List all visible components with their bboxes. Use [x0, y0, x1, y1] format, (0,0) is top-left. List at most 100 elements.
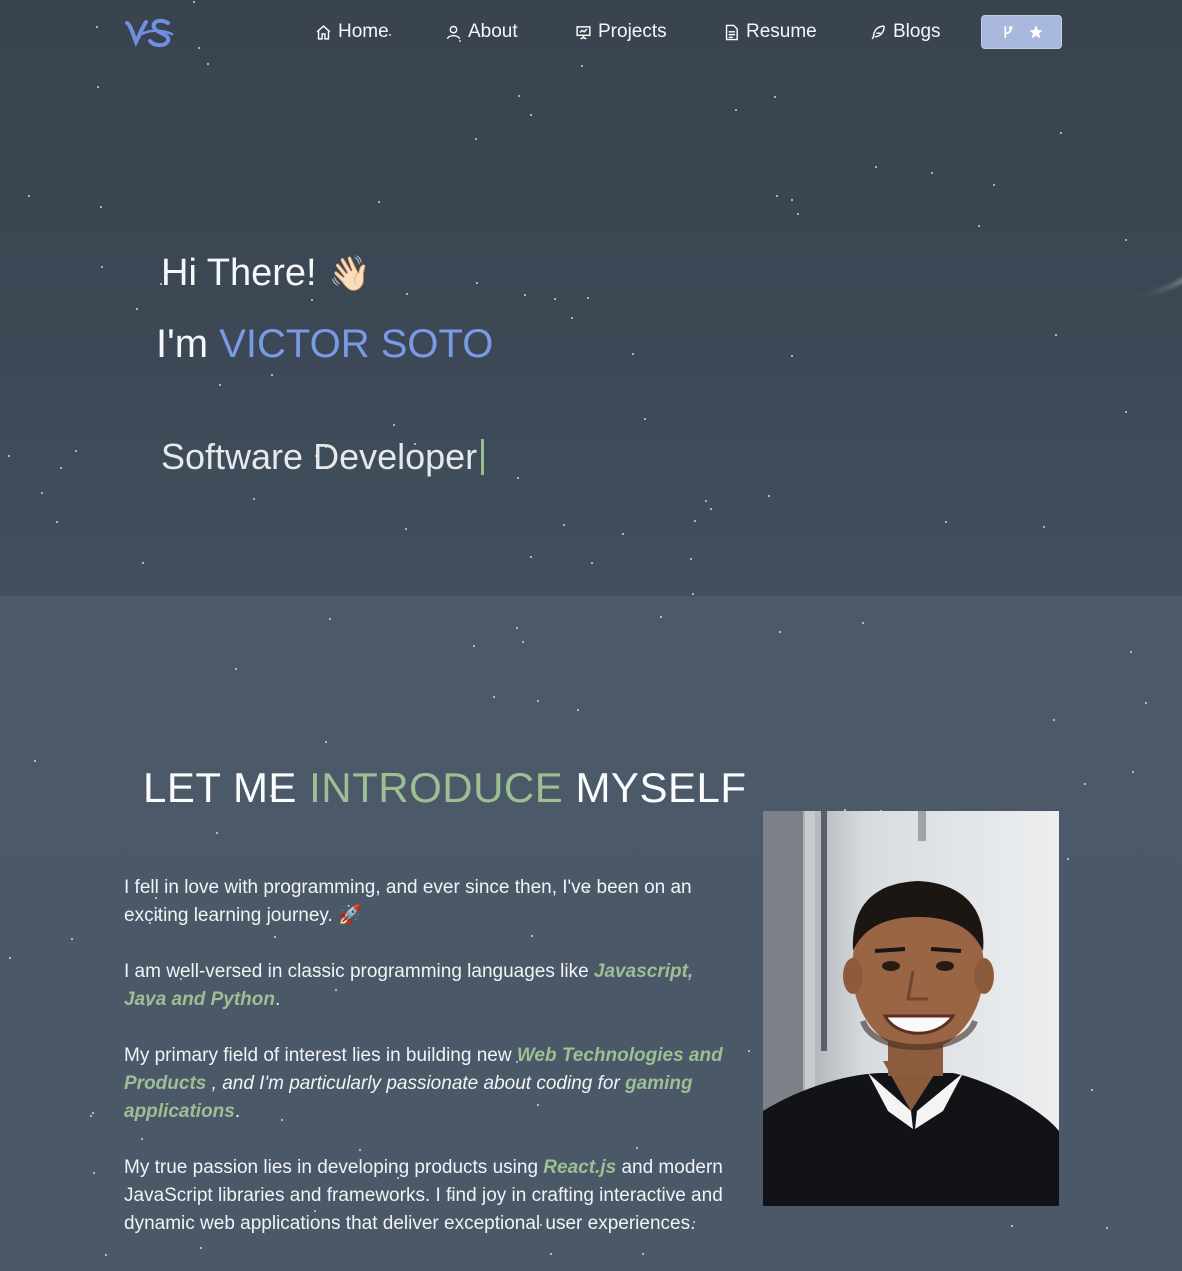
star-dot: [216, 832, 218, 834]
star-dot: [591, 562, 593, 564]
star-dot: [1145, 702, 1147, 704]
nav-resume[interactable]: Resume: [723, 19, 817, 45]
name-text: VICTOR SOTO: [219, 322, 494, 366]
star-dot: [694, 520, 696, 522]
star-dot: [406, 293, 408, 295]
star-dot: [531, 935, 533, 937]
home-icon: [316, 24, 331, 40]
navbar: Home About Projects Resume Blogs: [0, 0, 1182, 64]
star-dot: [571, 317, 573, 319]
nav-home[interactable]: Home: [315, 19, 389, 45]
star-dot: [9, 957, 11, 959]
intro-paragraph-2: I am well-versed in classic programming …: [124, 958, 734, 1014]
star-dot: [644, 418, 646, 420]
document-icon: [725, 24, 738, 40]
hero-section: [0, 0, 1182, 596]
star-dot: [476, 282, 478, 284]
star-dot: [1125, 239, 1127, 241]
nav-projects[interactable]: Projects: [575, 19, 667, 45]
nav-blogs-label: Blogs: [893, 21, 941, 42]
star-dot: [8, 455, 10, 457]
star-dot: [97, 86, 99, 88]
profile-photo: [763, 811, 1059, 1206]
p2-text: I am well-versed in classic programming …: [124, 961, 594, 982]
greeting-text: Hi There!: [161, 252, 317, 294]
intro-title-accent: INTRODUCE: [309, 764, 564, 811]
intro-paragraph-3: My primary field of interest lies in bui…: [124, 1042, 734, 1126]
star-dot: [200, 1247, 202, 1249]
star-dot: [253, 498, 255, 500]
nav-resume-label: Resume: [746, 21, 817, 42]
star-dot: [141, 1138, 143, 1140]
star-dot: [632, 353, 634, 355]
nav-home-label: Home: [338, 21, 389, 42]
star-dot: [554, 298, 556, 300]
star-dot: [1043, 526, 1045, 528]
star-dot: [642, 1253, 644, 1255]
star-dot: [1084, 783, 1086, 785]
intro-paragraph-1: I fell in love with programming, and eve…: [124, 874, 734, 930]
feather-icon: [871, 24, 885, 39]
star-dot: [518, 95, 520, 97]
star-dot: [530, 114, 532, 116]
star-dot: [1067, 858, 1069, 860]
star-dot: [219, 384, 221, 386]
star-dot: [993, 184, 995, 186]
p1-text: I fell in love with programming, and eve…: [124, 877, 692, 926]
star-dot: [660, 616, 662, 618]
star-dot: [41, 492, 43, 494]
name-heading: I'm VICTOR SOTO: [156, 322, 493, 367]
star-dot: [90, 1115, 92, 1117]
p4-highlight: React.js: [543, 1157, 617, 1178]
star-dot: [776, 195, 778, 197]
p3-end: .: [234, 1101, 241, 1122]
star-dot: [311, 299, 313, 301]
star-dot: [587, 297, 589, 299]
star-dot: [537, 700, 539, 702]
logo[interactable]: [124, 14, 176, 50]
nav-blogs[interactable]: Blogs: [870, 19, 941, 45]
star-dot: [325, 741, 327, 743]
star-dot: [142, 562, 144, 564]
star-dot: [577, 709, 579, 711]
nav-projects-label: Projects: [598, 21, 667, 42]
star-dot: [524, 294, 526, 296]
typing-cursor: [481, 439, 485, 475]
github-star-button[interactable]: [981, 15, 1062, 49]
star-dot: [636, 1147, 638, 1149]
star-dot: [862, 622, 864, 624]
star-dot: [1055, 334, 1057, 336]
star-dot: [563, 524, 565, 526]
p3-text: My primary field of interest lies in bui…: [124, 1045, 517, 1066]
p2-end: .: [275, 989, 281, 1010]
star-dot: [622, 533, 624, 535]
git-branch-icon: [1004, 26, 1012, 38]
star-dot: [768, 495, 770, 497]
star-dot: [274, 936, 276, 938]
star-dot: [748, 1050, 750, 1052]
role-text: Software Developer: [161, 436, 478, 477]
intro-title-end: MYSELF: [563, 764, 747, 811]
user-icon: [446, 25, 461, 39]
name-prefix: I'm: [156, 322, 220, 366]
star-dot: [101, 266, 103, 268]
star-dot: [1130, 651, 1132, 653]
star-dot: [56, 521, 58, 523]
star-dot: [71, 938, 73, 940]
star-dot: [530, 556, 532, 558]
star-dot: [105, 1254, 107, 1256]
star-dot: [1011, 1225, 1013, 1227]
star-dot: [875, 166, 877, 168]
star-dot: [1060, 132, 1062, 134]
star-dot: [1106, 1227, 1108, 1229]
star-dot: [791, 355, 793, 357]
greeting-heading: Hi There! 👋🏻: [161, 252, 371, 295]
star-dot: [690, 558, 692, 560]
star-dot: [100, 206, 102, 208]
star-dot: [550, 1253, 552, 1255]
star-dot: [522, 641, 524, 643]
star-dot: [329, 618, 331, 620]
star-dot: [735, 109, 737, 111]
star-dot: [28, 195, 30, 197]
nav-about[interactable]: About: [445, 19, 518, 45]
